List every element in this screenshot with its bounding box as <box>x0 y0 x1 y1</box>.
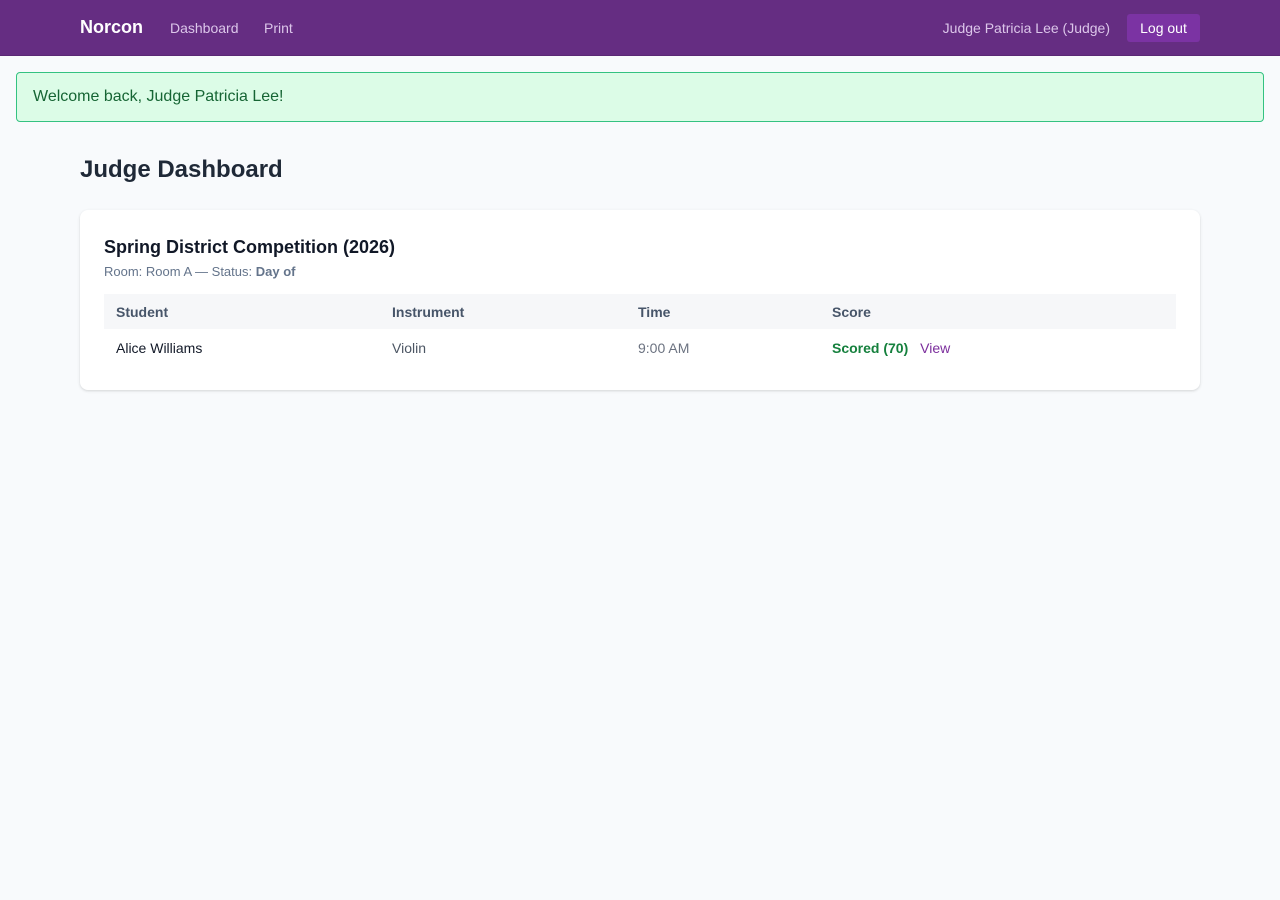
cell-time: 9:00 AM <box>638 340 690 356</box>
logout-button[interactable]: Log out <box>1127 14 1200 42</box>
table-row: Alice Williams Violin 9:00 AM Scored (70… <box>104 329 1176 367</box>
column-header-time: Time <box>638 303 671 320</box>
nav-link-print[interactable]: Print <box>264 20 293 36</box>
column-header-instrument: Instrument <box>392 303 465 320</box>
column-header-score: Score <box>832 303 871 320</box>
table-header-row: Student Instrument Time Score <box>104 294 1176 329</box>
students-table: Student Instrument Time Score Alice Will… <box>104 294 1176 367</box>
top-nav-bar: Norcon Dashboard Print Judge Patricia Le… <box>0 0 1280 56</box>
flash-message-text: Welcome back, Judge Patricia Lee! <box>33 88 284 105</box>
nav-link-dashboard[interactable]: Dashboard <box>170 20 239 36</box>
competition-title: Spring District Competition (2026) <box>104 237 396 257</box>
current-user-label: Judge Patricia Lee (Judge) <box>942 20 1110 36</box>
room-status-label: Room: Room A — Status: <box>104 264 256 279</box>
cell-student-name: Alice Williams <box>116 340 203 356</box>
view-score-link[interactable]: View <box>920 340 950 356</box>
competition-meta: Room: Room A — Status: Day of <box>104 264 295 279</box>
column-header-student: Student <box>116 303 169 320</box>
brand-logo-link[interactable]: Norcon <box>80 17 143 38</box>
score-status-text: Scored (70) <box>832 340 909 356</box>
cell-instrument: Violin <box>392 340 426 356</box>
page-title: Judge Dashboard <box>80 156 283 183</box>
flash-success-message: Welcome back, Judge Patricia Lee! <box>16 72 1264 122</box>
cell-score: Scored (70) View <box>820 329 1176 367</box>
competition-card: Spring District Competition (2026) Room:… <box>80 210 1200 390</box>
status-value: Day of <box>255 264 296 279</box>
